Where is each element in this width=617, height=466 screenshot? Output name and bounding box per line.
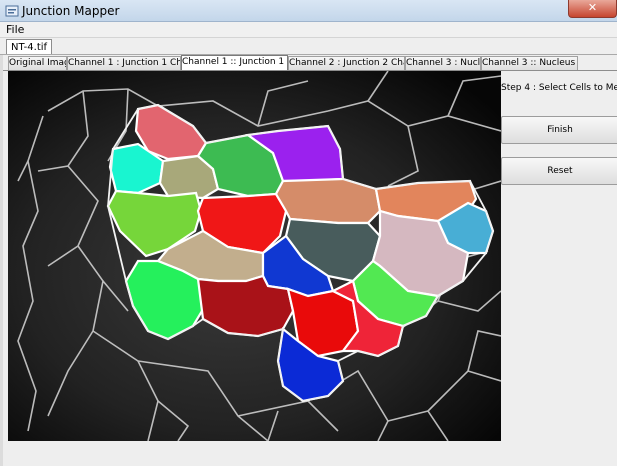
cell-overlay — [8, 71, 501, 441]
control-panel: Step 4 : Select Cells to Measure Finish … — [501, 71, 617, 441]
window-close-button[interactable]: ✕ — [568, 0, 617, 18]
tab-junction-1-channel[interactable]: Channel 1 : Junction 1 Channel — [67, 56, 181, 71]
step-instruction: Step 4 : Select Cells to Measure — [501, 83, 617, 93]
finish-button[interactable]: Finish — [501, 116, 617, 144]
status-area — [8, 441, 617, 466]
title-bar: Junction Mapper ✕ — [0, 0, 617, 22]
microscopy-image-canvas[interactable] — [8, 71, 501, 441]
channel-tab-bar: Original Image Channel 1 : Junction 1 Ch… — [0, 55, 617, 71]
tool-panel: Step 4 : Select Cells to Measure Finish … — [8, 71, 617, 466]
window-title: Junction Mapper — [22, 4, 120, 18]
tab-nucleus-tool[interactable]: Channel 3 :: Nucleus Tool — [481, 56, 578, 71]
reset-button[interactable]: Reset — [501, 157, 617, 185]
tab-junction-2-channel[interactable]: Channel 2 : Junction 2 Channel — [288, 56, 405, 71]
file-tab[interactable]: NT-4.tif — [6, 39, 53, 55]
java-app-icon — [5, 5, 19, 17]
file-tab-row: NT-4.tif — [0, 38, 617, 55]
tab-junction-1-tool[interactable]: Channel 1 :: Junction 1 Tool — [181, 55, 288, 71]
tab-nucleus[interactable]: Channel 3 : Nucleus — [405, 56, 481, 71]
menu-bar: File — [0, 22, 617, 38]
tab-original-image[interactable]: Original Image — [8, 56, 67, 71]
menu-file[interactable]: File — [6, 23, 24, 36]
window-border — [0, 55, 3, 466]
